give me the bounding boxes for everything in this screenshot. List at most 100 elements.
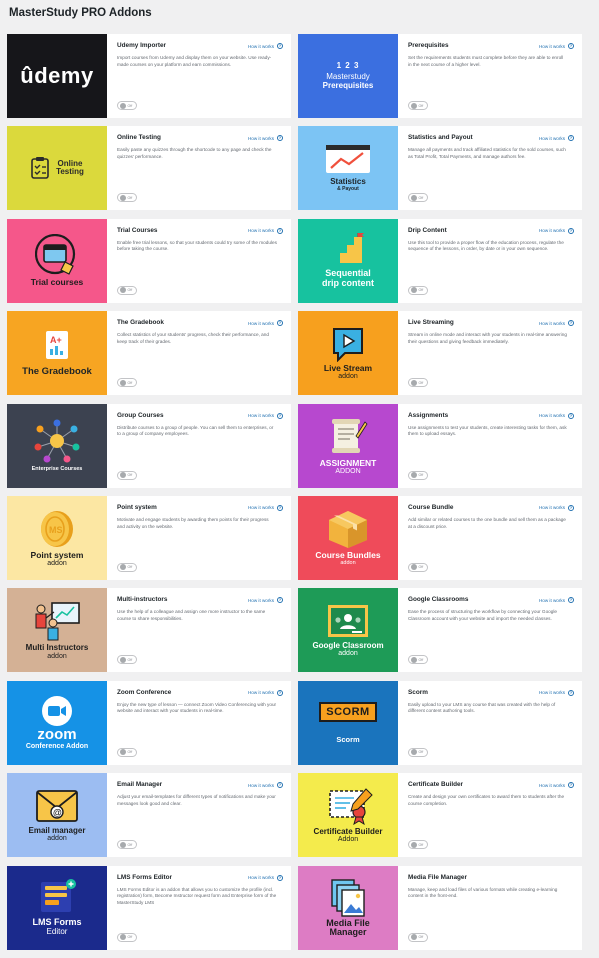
toggle-knob [410,287,417,294]
how-it-works-link[interactable]: How it works? [248,227,283,234]
question-icon: ? [277,412,283,419]
trial-courses-thumbnail: Trial courses [7,218,107,303]
addon-toggle[interactable]: Off [408,378,428,388]
addon-toggle[interactable]: Off [408,470,428,480]
addon-toggle[interactable]: Off [117,101,137,110]
how-it-works-label: How it works [538,597,565,603]
thumb-title: Trial courses [30,277,84,288]
toggle-label: Off [127,288,133,293]
addon-toggle[interactable]: Off [117,840,137,850]
addon-description: Use this tool to provide a proper flow o… [408,239,564,252]
addon-title: Media File Manager [408,873,467,881]
how-it-works-link[interactable]: How it works? [247,504,283,511]
question-icon: ? [277,320,283,327]
addon-description: Create and design your own certificates … [408,794,565,806]
statistics-thumbnail: Statistics & Payout [298,126,398,211]
toggle-label: Off [418,380,424,385]
how-it-works-link[interactable]: How it works? [538,135,574,142]
question-icon: ? [277,597,283,604]
addon-toggle[interactable]: Off [408,101,428,110]
question-icon: ? [568,782,574,789]
addon-title: The Gradebook [117,319,164,327]
addon-title: Certificate Builder [408,781,464,789]
envelope-icon: @ [36,789,78,822]
how-it-works-link[interactable]: How it works? [539,320,574,327]
network-people-icon [34,419,80,463]
addon-toggle[interactable]: Off [408,285,428,295]
chart-icon [326,145,370,174]
addon-card-email-manager: @ Email manager addon Email Manager How … [7,773,291,858]
addon-toggle[interactable]: Off [408,562,428,572]
addon-toggle[interactable]: Off [117,193,137,203]
how-it-works-label: How it works [538,782,565,788]
addon-toggle[interactable]: Off [117,655,137,665]
how-it-works-link[interactable]: How it works? [539,504,574,511]
addon-toggle[interactable]: Off [117,470,137,480]
how-it-works-link[interactable]: How it works? [538,782,574,789]
clipboard-icon [31,157,49,180]
how-it-works-link[interactable]: How it works? [248,412,283,419]
udemy-thumbnail: ûdemy [7,34,107,118]
addon-description: Ease the process of structuring the work… [408,609,558,621]
question-icon: ? [568,227,574,234]
addon-card-lms-forms-editor: LMS Forms Editor LMS Forms Editor How it… [7,865,291,950]
thumb-caption: Addon [337,835,359,843]
thumb-caption: drip content [322,277,374,288]
addon-toggle[interactable]: Off [117,562,137,572]
addon-card-point-system: MS Point system addon Point system How i… [7,495,291,580]
addon-toggle[interactable]: Off [117,747,137,757]
addon-toggle[interactable]: Off [408,655,428,665]
how-it-works-label: How it works [247,135,274,141]
how-it-works-link[interactable]: How it works? [539,689,574,696]
how-it-works-link[interactable]: How it works? [539,227,574,234]
question-icon: ? [568,504,574,511]
toggle-knob [119,102,126,109]
how-it-works-link[interactable]: How it works? [248,43,283,49]
toggle-label: Off [127,842,133,847]
question-icon: ? [277,874,283,881]
addon-title: Assignments [408,411,449,419]
addon-toggle[interactable]: Off [117,285,137,295]
addon-toggle[interactable]: Off [408,193,428,203]
thumb-caption: & Payout [337,185,359,192]
how-it-works-label: How it works [538,43,565,49]
how-it-works-link[interactable]: How it works? [538,597,574,604]
thumb-text-group: Online Testing [56,159,84,177]
addon-toggle[interactable]: Off [408,932,428,942]
toggle-knob [410,934,417,941]
thumb-title: Live Stream [323,362,373,373]
addon-title: Email Manager [117,781,163,789]
how-it-works-link[interactable]: How it works? [248,320,283,327]
question-icon: ? [568,597,574,604]
how-it-works-label: How it works [247,505,274,511]
play-bubble-icon [333,327,363,362]
toggle-label: Off [127,473,133,478]
addon-title: Udemy Importer [117,42,167,49]
how-it-works-label: How it works [247,782,274,788]
addon-description: Adjust your email-templates for differen… [117,794,276,806]
addon-toggle[interactable]: Off [117,932,137,942]
addon-toggle[interactable]: Off [408,840,428,850]
addon-title: Drip Content [408,226,447,234]
how-it-works-label: How it works [538,135,565,141]
how-it-works-link[interactable]: How it works? [247,135,283,142]
how-it-works-link[interactable]: How it works? [248,874,283,881]
how-it-works-link[interactable]: How it works? [539,412,574,419]
addon-toggle[interactable]: Off [408,747,428,757]
how-it-works-link[interactable]: How it works? [539,43,574,49]
toggle-label: Off [127,195,133,200]
toggle-knob [410,656,417,663]
addon-title: Scorm [408,688,428,696]
how-it-works-link[interactable]: How it works? [248,597,283,604]
addon-description: Enable free trial lessons, so that your … [117,239,277,252]
thumb-caption: Testing [56,167,84,177]
how-it-works-link[interactable]: How it works? [247,689,283,696]
toggle-label: Off [418,288,424,293]
addon-description: Easily paste any quizzes through the sho… [117,147,272,159]
addon-card-trial-courses: Trial courses Trial Courses How it works… [7,218,291,303]
thumb-caption: ADDON [335,467,361,475]
addon-toggle[interactable]: Off [117,378,137,388]
addon-title: Multi-instructors [117,596,168,604]
how-it-works-link[interactable]: How it works? [247,782,283,789]
how-it-works-label: How it works [247,690,274,696]
